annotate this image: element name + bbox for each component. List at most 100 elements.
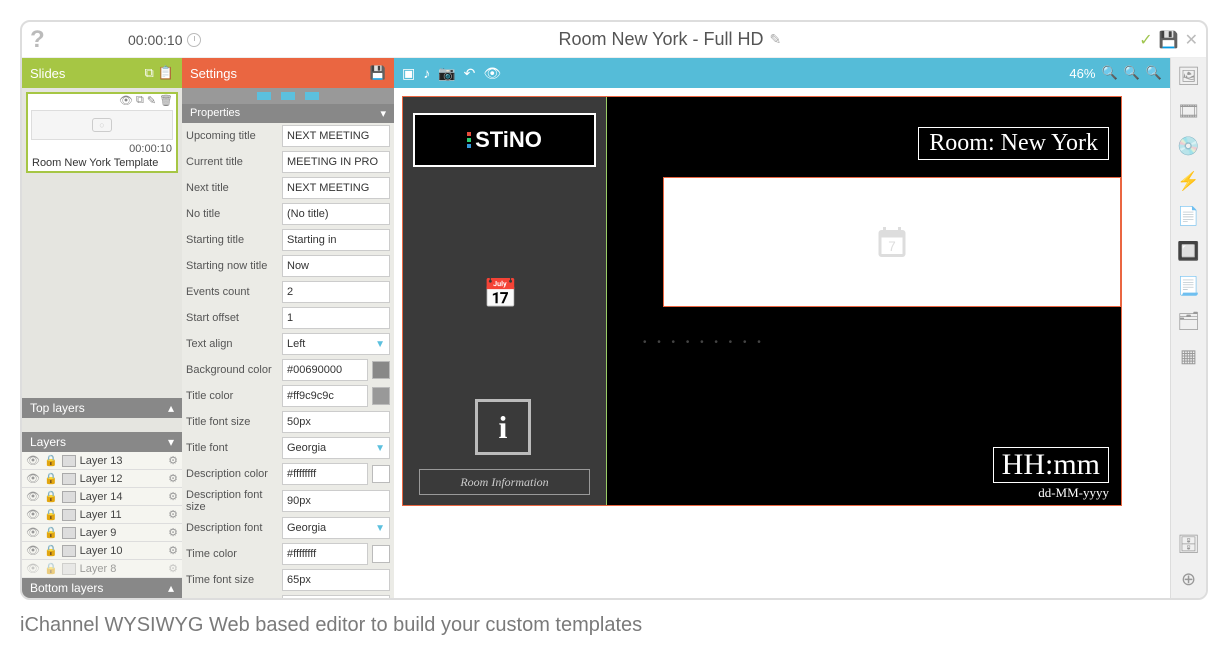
save-icon[interactable]: 💾: [1159, 30, 1179, 50]
eye-icon[interactable]: 👁: [26, 490, 40, 503]
lock-icon[interactable]: 🔒: [44, 508, 58, 521]
events-count-input[interactable]: [282, 281, 390, 303]
help-icon[interactable]: ?: [30, 26, 50, 54]
gear-icon[interactable]: ⚙: [168, 526, 178, 539]
no-title-input[interactable]: [282, 203, 390, 225]
copy-icon[interactable]: ⧉: [136, 94, 144, 107]
edit-icon[interactable]: ✎: [770, 31, 782, 48]
eye-icon[interactable]: 👁: [483, 65, 501, 82]
undo-icon[interactable]: ↶: [464, 65, 476, 82]
zoom-in-icon[interactable]: 🔍: [1101, 65, 1117, 81]
add-tool-icon[interactable]: ⊕: [1181, 569, 1196, 590]
gear-icon[interactable]: ⚙: [168, 454, 178, 467]
color-swatch[interactable]: [372, 387, 390, 405]
music-icon[interactable]: ♪: [423, 65, 430, 82]
layer-row[interactable]: 👁🔒Layer 10⚙: [22, 542, 182, 560]
lock-icon[interactable]: 🔒: [44, 472, 58, 485]
title-color-input[interactable]: [282, 385, 368, 407]
title-font-select[interactable]: Georgia▼: [282, 437, 390, 459]
edit-icon[interactable]: ✎: [147, 94, 156, 107]
time-label[interactable]: HH:mm: [993, 447, 1109, 483]
text-tool-icon[interactable]: 📄: [1177, 206, 1199, 227]
slide-canvas[interactable]: STiNO 📅 i Room Information Room: New Yor…: [402, 96, 1122, 506]
layout-icon[interactable]: ▣: [402, 65, 415, 82]
widget-tool-icon[interactable]: 🗂: [1177, 311, 1200, 332]
canvas-area[interactable]: STiNO 📅 i Room Information Room: New Yor…: [394, 88, 1170, 598]
html-tool-icon[interactable]: 🔲: [1177, 241, 1199, 262]
description-font-select[interactable]: Georgia▼: [282, 517, 390, 539]
title-font-size-input[interactable]: [282, 411, 390, 433]
trash-icon[interactable]: 🗑: [159, 94, 173, 107]
lock-icon[interactable]: 🔒: [44, 526, 58, 539]
color-swatch[interactable]: [372, 545, 390, 563]
lock-icon[interactable]: 🔒: [44, 544, 58, 557]
flash-tool-icon[interactable]: ⚡: [1177, 171, 1199, 192]
next-title-input[interactable]: [282, 177, 390, 199]
background-color-input[interactable]: [282, 359, 368, 381]
document-tool-icon[interactable]: 📃: [1177, 276, 1199, 297]
top-layers-header[interactable]: Top layers ▴: [22, 398, 182, 418]
audio-tool-icon[interactable]: 💿: [1177, 136, 1199, 157]
paste-icon[interactable]: 📋: [158, 65, 174, 81]
check-icon[interactable]: ✓: [1139, 30, 1152, 50]
time-color-input[interactable]: [282, 543, 368, 565]
gear-icon[interactable]: ⚙: [168, 562, 178, 575]
save-icon[interactable]: 💾: [370, 65, 386, 81]
upcoming-title-input[interactable]: [282, 125, 390, 147]
layers-header[interactable]: Layers ▾: [22, 432, 182, 452]
room-info-button[interactable]: Room Information: [419, 469, 590, 495]
time-font-size-input[interactable]: [282, 569, 390, 591]
layer-row[interactable]: 👁🔒Layer 11⚙: [22, 506, 182, 524]
description-font-size-input[interactable]: [282, 490, 390, 512]
eye-icon[interactable]: 👁: [26, 472, 40, 485]
room-title-label[interactable]: Room: New York: [918, 127, 1109, 160]
zoom-fit-icon[interactable]: 🔍: [1124, 65, 1140, 81]
description-color-input[interactable]: [282, 463, 368, 485]
starting-title-input[interactable]: [282, 229, 390, 251]
camera-icon[interactable]: 📷: [438, 65, 455, 82]
table-tool-icon[interactable]: ▦: [1180, 346, 1197, 367]
lock-icon[interactable]: 🔒: [44, 454, 58, 467]
gear-icon[interactable]: ⚙: [168, 490, 178, 503]
layer-row[interactable]: 👁🔒Layer 9⚙: [22, 524, 182, 542]
start-offset-input[interactable]: [282, 307, 390, 329]
eye-icon[interactable]: 👁: [26, 508, 40, 521]
date-label[interactable]: dd-MM-yyyy: [1038, 485, 1109, 501]
eye-icon[interactable]: 👁: [26, 544, 40, 557]
layer-row[interactable]: 👁🔒Layer 13⚙: [22, 452, 182, 470]
bottom-layers-header[interactable]: Bottom layers ▴: [22, 578, 182, 598]
color-swatch[interactable]: [372, 361, 390, 379]
tab-1[interactable]: [257, 92, 271, 100]
prop-label: Background color: [186, 364, 280, 376]
database-tool-icon[interactable]: 🗄: [1177, 534, 1200, 555]
text-align-select[interactable]: Left▼: [282, 333, 390, 355]
eye-icon[interactable]: 👁: [26, 526, 40, 539]
lock-icon[interactable]: 🔒: [44, 490, 58, 503]
events-panel[interactable]: 7: [663, 177, 1121, 307]
layer-row[interactable]: 👁🔒Layer 12⚙: [22, 470, 182, 488]
eye-icon[interactable]: 👁: [119, 94, 133, 107]
current-title-input[interactable]: [282, 151, 390, 173]
tab-2[interactable]: [281, 92, 295, 100]
gear-icon[interactable]: ⚙: [168, 508, 178, 521]
color-swatch[interactable]: [372, 465, 390, 483]
time-font-select[interactable]: Georgia▼: [282, 595, 390, 598]
eye-icon[interactable]: 👁: [26, 562, 40, 575]
logo-box[interactable]: STiNO: [413, 113, 596, 167]
info-icon-box[interactable]: i: [475, 399, 531, 455]
layer-row[interactable]: 👁🔒Layer 14⚙: [22, 488, 182, 506]
copy-icon[interactable]: ⧉: [145, 65, 154, 81]
eye-icon[interactable]: 👁: [26, 454, 40, 467]
gear-icon[interactable]: ⚙: [168, 544, 178, 557]
gear-icon[interactable]: ⚙: [168, 472, 178, 485]
starting-now-title-input[interactable]: [282, 255, 390, 277]
slide-thumb[interactable]: 👁 ⧉ ✎ 🗑 ○ 00:00:10 Room New York Templat…: [26, 92, 178, 173]
video-tool-icon[interactable]: 🎞: [1177, 101, 1200, 122]
close-icon[interactable]: ✕: [1185, 30, 1198, 50]
lock-icon[interactable]: 🔒: [44, 562, 58, 575]
zoom-out-icon[interactable]: 🔍: [1146, 65, 1162, 81]
layer-row[interactable]: 👁🔒Layer 8⚙: [22, 560, 182, 578]
properties-header[interactable]: Properties ▾: [182, 104, 394, 123]
tab-3[interactable]: [305, 92, 319, 100]
image-tool-icon[interactable]: 🖼: [1177, 66, 1200, 87]
